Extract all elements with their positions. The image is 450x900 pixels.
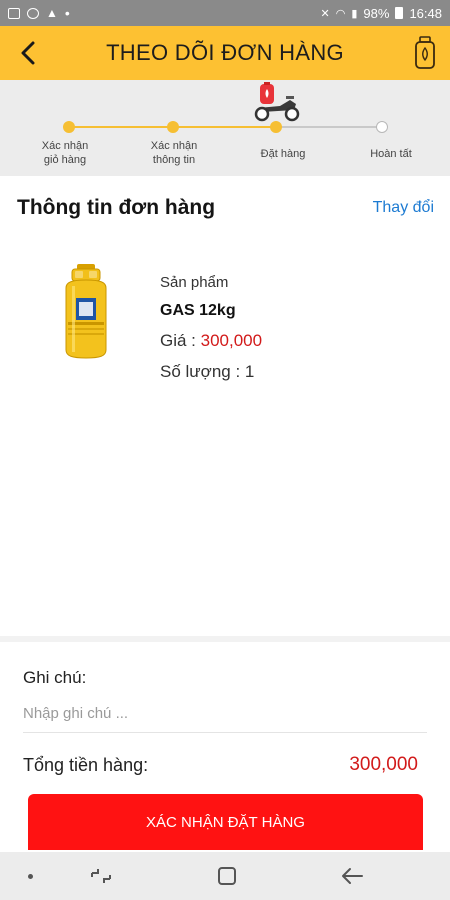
- note-input[interactable]: [23, 698, 427, 728]
- product-price: Giá : 300,000: [160, 331, 262, 351]
- product-name: GAS 12kg: [160, 302, 236, 319]
- dot-icon[interactable]: [28, 874, 33, 879]
- more-notifications-icon: •: [64, 5, 70, 21]
- messenger-notification-icon: [27, 7, 39, 19]
- delivery-motorbike-icon: [254, 82, 300, 122]
- recent-apps-icon[interactable]: [88, 866, 114, 886]
- gallery-notification-icon: [8, 7, 20, 19]
- product-quantity: Số lượng : 1: [160, 362, 255, 381]
- order-progress-stepper: Xác nhận giỏ hàng Xác nhận thông tin Đặt…: [0, 80, 450, 176]
- step-label-info: Xác nhận thông tin: [150, 140, 198, 166]
- signal-icon: ▮: [351, 7, 358, 20]
- total-label: Tổng tiền hàng:: [23, 755, 149, 775]
- section-divider: [0, 636, 450, 642]
- gas-cylinder-button[interactable]: [412, 34, 438, 72]
- step-label-cart: Xác nhận giỏ hàng: [41, 140, 89, 166]
- page-title: THEO DÕI ĐƠN HÀNG: [106, 40, 344, 65]
- order-info-header: Thông tin đơn hàng Thay đổi: [0, 176, 450, 240]
- change-order-link[interactable]: Thay đổi: [373, 199, 434, 217]
- progress-line-todo: [276, 126, 382, 128]
- step-dot-cart: [63, 121, 75, 133]
- step-dot-order: [270, 121, 282, 133]
- step-label-order: Đặt hàng: [260, 148, 306, 160]
- system-nav-bar: [0, 852, 450, 900]
- wifi-icon: ◠: [335, 7, 346, 20]
- home-icon[interactable]: [218, 867, 236, 885]
- order-info-title: Thông tin đơn hàng: [17, 196, 216, 219]
- chevron-left-icon: [21, 41, 35, 65]
- note-label: Ghi chú:: [23, 668, 87, 687]
- gas-cylinder-icon: [415, 36, 435, 69]
- mute-icon: ✕: [320, 7, 330, 20]
- app-header: THEO DÕI ĐƠN HÀNG: [0, 26, 450, 80]
- step-label-complete: Hoàn tất: [370, 148, 412, 160]
- note-divider: [23, 732, 427, 733]
- back-icon[interactable]: [340, 865, 364, 887]
- warning-notification-icon: ▲: [46, 6, 58, 20]
- price-value: 300,000: [200, 331, 263, 350]
- product-label: Sản phẩm: [160, 274, 229, 291]
- gas-cylinder-product-image: [65, 264, 107, 359]
- battery-icon: [395, 7, 404, 19]
- back-button[interactable]: [10, 34, 46, 72]
- total-value: 300,000: [349, 754, 418, 775]
- step-dot-complete: [376, 121, 388, 133]
- step-dot-info: [167, 121, 179, 133]
- price-label: Giá :: [160, 331, 201, 350]
- status-bar: ▲ • ✕ ◠ ▮ 98% 16:48: [0, 0, 450, 26]
- confirm-order-button[interactable]: XÁC NHẬN ĐẶT HÀNG: [28, 794, 423, 850]
- clock: 16:48: [409, 5, 442, 21]
- battery-percent: 98%: [363, 5, 390, 21]
- product-item: Sản phẩm GAS 12kg Giá : 300,000 Số lượng…: [0, 250, 450, 400]
